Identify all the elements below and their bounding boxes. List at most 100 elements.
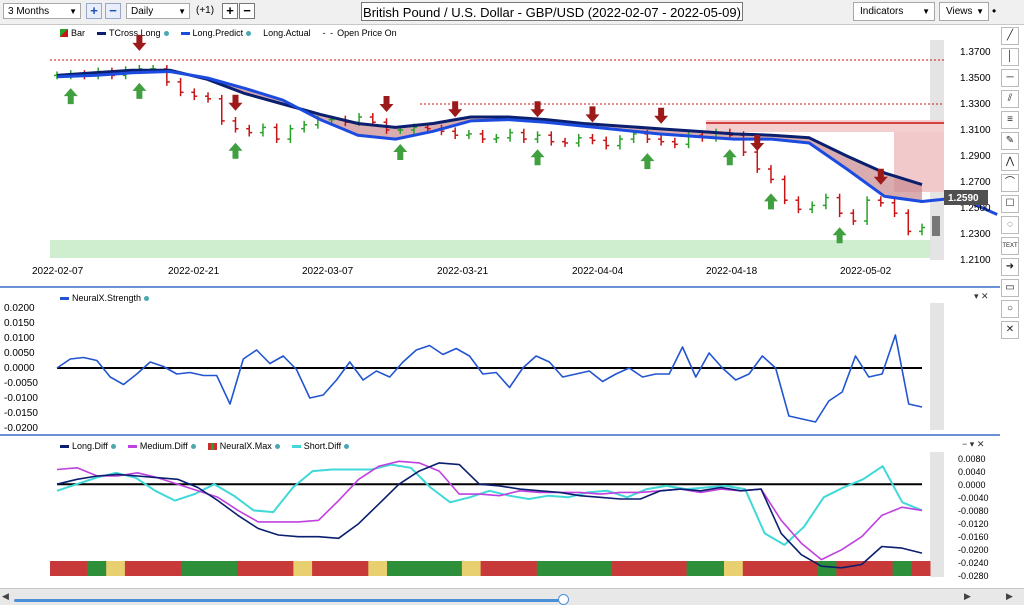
circle-tool-icon[interactable]: ○	[1001, 300, 1019, 318]
y-tick: 1.3300	[960, 99, 991, 110]
y-tick: -0.0080	[958, 506, 989, 516]
x-tick: 2022-04-18	[706, 266, 758, 277]
price-cursor-marker	[932, 216, 940, 236]
time-scrollbar[interactable]: ◀ ▶ ▶	[0, 588, 1024, 605]
neuralx-max-block	[87, 561, 107, 576]
price-plot	[54, 34, 998, 244]
neuralx-max-block	[293, 561, 313, 576]
neuralx-max-block	[218, 561, 238, 576]
curve-tool-icon[interactable]: ⌒	[1001, 174, 1019, 192]
neuralx-max-block	[405, 561, 425, 576]
neuralx-max-block	[443, 561, 463, 576]
neuralx-max-block	[368, 561, 388, 576]
x-tick: 2022-03-21	[437, 266, 489, 277]
current-price-label: 1.2590	[948, 193, 979, 204]
neuralx-max-block	[817, 561, 837, 576]
sell-arrow-icon	[654, 107, 669, 124]
chart-canvas[interactable]: 1.3700 1.3500 1.3300 1.3100 1.2900 1.270…	[0, 0, 1000, 588]
neuralx-max-block	[836, 561, 856, 576]
neuralx-max-block	[237, 561, 257, 576]
scroll-knob[interactable]	[558, 594, 569, 605]
neuralx-max-block	[555, 561, 575, 576]
scroll-end-icon[interactable]: ▶	[1006, 591, 1013, 602]
neuralx-max-block	[873, 561, 893, 576]
channel-tool-icon[interactable]: ⫽	[1001, 90, 1019, 108]
y-tick: 0.0150	[4, 318, 35, 329]
y-tick: 0.0080	[958, 454, 986, 464]
neuralx-max-block	[106, 561, 126, 576]
neuralx-max-block	[780, 561, 800, 576]
neuralx-max-block	[349, 561, 369, 576]
neuralx-max-block	[143, 561, 163, 576]
pen-tool-icon[interactable]: ✎	[1001, 132, 1019, 150]
neuralx-max-block	[892, 561, 912, 576]
neuralx-max-block	[330, 561, 351, 576]
y-tick: -0.0200	[4, 423, 38, 434]
neuralx-max-block	[256, 561, 276, 576]
x-tick: 2022-04-04	[572, 266, 624, 277]
buy-arrow-icon	[393, 144, 408, 160]
neuralx-max-block	[742, 561, 762, 576]
neuralx-max-block	[199, 561, 219, 576]
neuralx-max-block	[761, 561, 781, 576]
y-tick: 1.2100	[960, 255, 991, 266]
zigzag-tool-icon[interactable]: ⋀	[1001, 153, 1019, 171]
y-tick: -0.0150	[4, 408, 38, 419]
trend-line-tool-icon[interactable]: ╱	[1001, 27, 1019, 45]
neuralx-max-block	[424, 561, 444, 576]
neuralx-max-block	[536, 561, 556, 576]
y-tick: -0.0040	[958, 493, 989, 503]
y-tick: 1.3100	[960, 125, 991, 136]
neuralx-max-block	[667, 561, 688, 576]
scroll-left-icon[interactable]: ◀	[2, 591, 9, 602]
long-diff-line	[56, 462, 923, 569]
y-tick: 0.0000	[958, 480, 986, 490]
neuralx-max-block	[649, 561, 669, 576]
y-tick: 1.2700	[960, 177, 991, 188]
y-tick: -0.0120	[958, 519, 989, 529]
neuralx-max-block	[162, 561, 182, 576]
bubble-tool-icon[interactable]: ◌	[1001, 216, 1019, 234]
neuralx-max-block	[574, 561, 594, 576]
buy-arrow-icon	[763, 193, 778, 210]
y-tick: -0.0050	[4, 378, 38, 389]
neuralx-max-block	[518, 561, 538, 576]
y-tick: -0.0100	[4, 393, 38, 404]
horizontal-line-tool-icon[interactable]: ─	[1001, 69, 1019, 87]
delete-tool-icon[interactable]: ✕	[1001, 321, 1019, 339]
y-tick: 0.0050	[4, 348, 35, 359]
y-tick: -0.0160	[958, 532, 989, 542]
y-tick: 1.2900	[960, 151, 991, 162]
scroll-right-icon[interactable]: ▶	[964, 591, 971, 602]
neuralx-max-block	[461, 561, 482, 576]
neuralx-max-block	[499, 561, 519, 576]
sell-arrow-icon	[132, 34, 147, 51]
x-tick: 2022-02-21	[168, 266, 220, 277]
neuralx-max-block	[593, 561, 613, 576]
text-tool-icon[interactable]: TEXT	[1001, 237, 1019, 255]
callout-tool-icon[interactable]: ☐	[1001, 195, 1019, 213]
sell-arrow-icon	[228, 94, 243, 111]
x-axis: 2022-02-07 2022-02-21 2022-03-07 2022-03…	[32, 266, 892, 277]
fib-tool-icon[interactable]: ≡	[1001, 111, 1019, 129]
vertical-line-tool-icon[interactable]: │	[1001, 48, 1019, 66]
strength-plot	[56, 334, 923, 423]
diff-y-axis: 0.0080 0.0040 0.0000 -0.0040 -0.0080 -0.…	[958, 454, 989, 581]
sell-arrow-icon	[585, 106, 600, 123]
resistance-zone	[706, 120, 944, 132]
bull-zone	[50, 240, 940, 258]
y-tick: 1.3700	[960, 47, 991, 58]
rectangle-tool-icon[interactable]: ▭	[1001, 279, 1019, 297]
neuralx-max-block	[724, 561, 744, 576]
neuralx-max-block	[68, 561, 88, 576]
arrow-tool-icon[interactable]: ➜	[1001, 258, 1019, 276]
neuralx-max-block	[312, 561, 332, 576]
neuralx-max-block	[124, 561, 145, 576]
y-tick: 0.0200	[4, 303, 35, 314]
diff-plot	[50, 460, 931, 576]
long-predict-line	[56, 70, 998, 216]
y-tick: 1.2300	[960, 229, 991, 240]
x-tick: 2022-05-02	[840, 266, 892, 277]
scroll-thumb[interactable]	[14, 599, 562, 602]
neuralx-max-block	[611, 561, 631, 576]
